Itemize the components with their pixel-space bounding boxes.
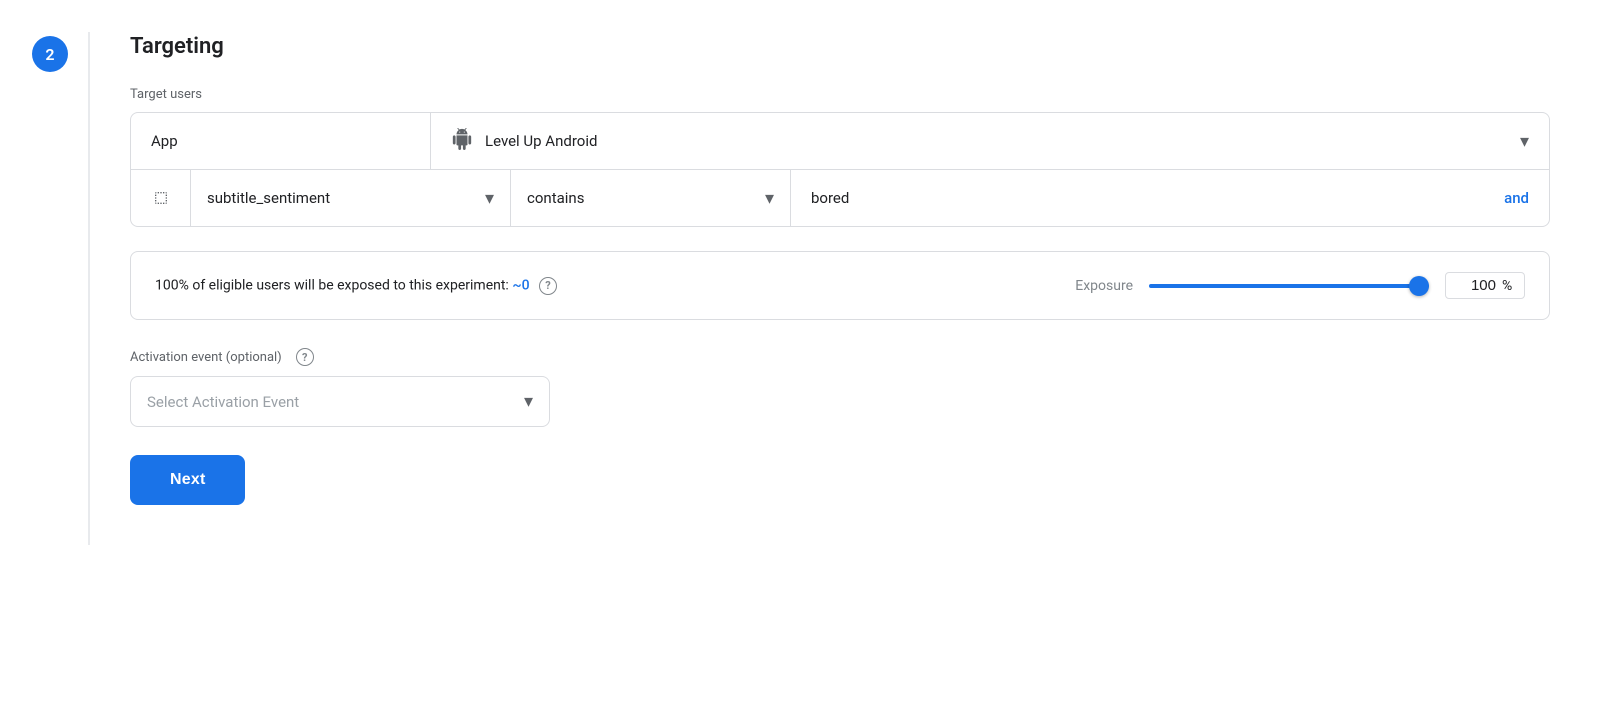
platform-name: Level Up Android — [485, 132, 597, 150]
exposure-value-input[interactable] — [1456, 277, 1496, 294]
activation-event-label: Activation event (optional) — [130, 350, 282, 365]
activation-placeholder: Select Activation Event — [147, 393, 299, 411]
and-link[interactable]: and — [1504, 189, 1529, 207]
platform-chevron-icon: ▾ — [1520, 131, 1529, 152]
next-button[interactable]: Next — [130, 455, 245, 505]
target-users-box: App Level Up Android ▾ — [130, 112, 1550, 227]
filter-operator-chevron-icon: ▾ — [765, 188, 774, 209]
filter-name-cell[interactable]: subtitle_sentiment ▾ — [191, 170, 511, 226]
step-number: 2 — [32, 36, 68, 72]
activation-help-icon[interactable]: ? — [296, 348, 314, 366]
app-cell: App — [131, 113, 431, 169]
filter-operator-cell[interactable]: contains ▾ — [511, 170, 791, 226]
platform-cell[interactable]: Level Up Android ▾ — [431, 128, 1549, 155]
activation-event-select[interactable]: Select Activation Event ▾ — [130, 376, 550, 427]
filter-type-icon — [153, 190, 169, 206]
filter-operator-text: contains — [527, 189, 584, 207]
exposure-description: 100% of eligible users will be exposed t… — [155, 277, 557, 295]
filter-row: subtitle_sentiment ▾ contains ▾ bored an… — [131, 170, 1549, 226]
exposure-help-icon[interactable]: ? — [539, 277, 557, 295]
app-label: App — [151, 132, 178, 150]
page-title: Targeting — [130, 34, 1560, 59]
exposure-count: ~0 — [512, 277, 529, 293]
exposure-controls: Exposure % — [1075, 272, 1525, 299]
exposure-box: 100% of eligible users will be exposed t… — [130, 251, 1550, 320]
exposure-value-box: % — [1445, 272, 1525, 299]
filter-value-text: bored — [811, 189, 849, 207]
android-icon — [451, 128, 473, 155]
filter-name-text: subtitle_sentiment — [207, 189, 330, 207]
exposure-label: Exposure — [1075, 278, 1133, 294]
exposure-slider[interactable] — [1149, 284, 1429, 288]
filter-icon-cell — [131, 170, 191, 226]
filter-name-chevron-icon: ▾ — [485, 188, 494, 209]
activation-chevron-icon: ▾ — [524, 391, 533, 412]
exposure-percent: % — [1502, 278, 1512, 294]
target-users-label: Target users — [130, 87, 1560, 102]
activation-label-row: Activation event (optional) ? — [130, 348, 1560, 366]
app-row: App Level Up Android ▾ — [131, 113, 1549, 170]
filter-value-cell: bored and — [791, 170, 1549, 226]
